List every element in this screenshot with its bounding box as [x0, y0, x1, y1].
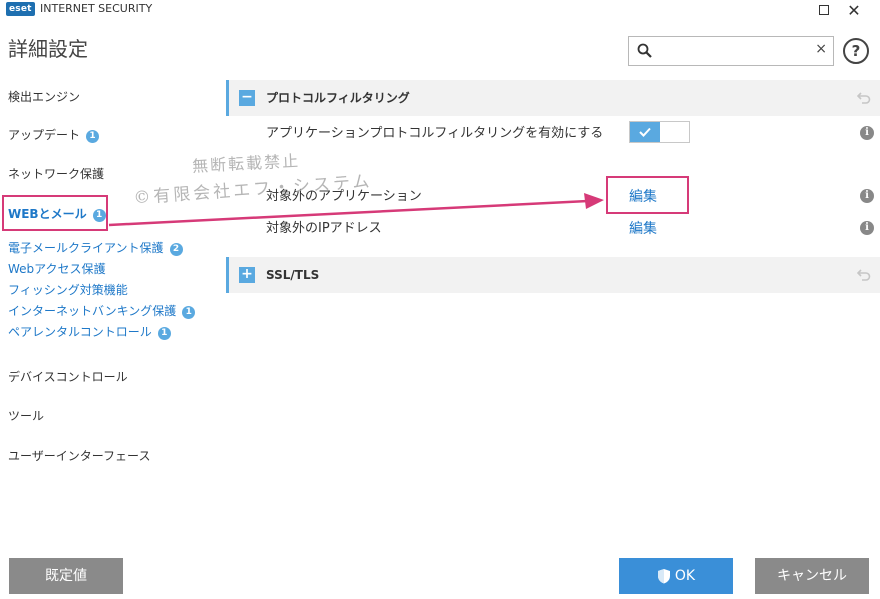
info-icon[interactable]: i	[860, 221, 874, 235]
count-badge: 1	[157, 327, 171, 340]
search-input[interactable]	[659, 41, 809, 61]
reset-icon[interactable]	[856, 90, 872, 106]
shield-icon	[657, 569, 670, 584]
count-badge: 2	[169, 243, 183, 256]
ok-button[interactable]: OK	[619, 558, 733, 594]
search-box[interactable]: ×	[628, 36, 834, 66]
page-title: 詳細設定	[8, 37, 88, 61]
ok-label: OK	[674, 568, 696, 584]
section-title: SSL/TLS	[266, 268, 320, 282]
title-bar: eset INTERNET SECURITY ✕	[0, 0, 880, 20]
info-icon[interactable]: i	[860, 189, 874, 203]
sidebar-subitem-banking-protection[interactable]: インターネットバンキング保護 1	[8, 303, 196, 319]
edit-excluded-ip-link[interactable]: 編集	[629, 219, 657, 239]
sidebar-item-label: 検出エンジン	[8, 90, 81, 104]
eset-logo: eset	[6, 2, 35, 16]
eset-advanced-settings-window: eset INTERNET SECURITY ✕ 詳細設定 × ? 検出エンジン…	[0, 0, 880, 599]
sidebar-item-label: フィッシング対策機能	[8, 283, 128, 297]
sidebar-item-network-protection[interactable]: ネットワーク保護	[8, 166, 104, 182]
reset-icon[interactable]	[856, 267, 872, 283]
setting-label: 対象外のIPアドレス	[266, 221, 382, 236]
close-icon: ✕	[847, 0, 861, 20]
toggle-on-indicator	[630, 122, 660, 142]
sidebar-item-label: デバイスコントロール	[8, 370, 128, 384]
sidebar: 検出エンジン アップデート 1 ネットワーク保護 WEBとメール 1 電子メールクラ…	[0, 80, 220, 550]
default-button[interactable]: 既定値	[9, 558, 123, 594]
count-badge: 1	[86, 130, 100, 143]
sidebar-subitem-anti-phishing[interactable]: フィッシング対策機能	[8, 282, 128, 298]
sidebar-subitem-email-client-protection[interactable]: 電子メールクライアント保護 2	[8, 240, 183, 256]
setting-row-excluded-apps: 対象外のアプリケーション 編集 i	[226, 183, 880, 211]
maximize-icon	[819, 5, 829, 15]
sidebar-subitem-web-access-protection[interactable]: Webアクセス保護	[8, 261, 106, 277]
section-protocol-filtering: − プロトコルフィルタリング	[226, 80, 880, 116]
search-clear-icon[interactable]: ×	[815, 41, 827, 57]
sidebar-item-label: インターネットバンキング保護	[8, 304, 177, 318]
sidebar-item-label: 電子メールクライアント保護	[8, 241, 164, 255]
maximize-button[interactable]	[810, 0, 838, 20]
app-name: INTERNET SECURITY	[40, 2, 153, 15]
collapse-button[interactable]: −	[239, 90, 255, 106]
sidebar-item-label: ネットワーク保護	[8, 167, 105, 181]
count-badge: 1	[182, 306, 196, 319]
info-icon[interactable]: i	[860, 126, 874, 140]
sidebar-item-detection-engine[interactable]: 検出エンジン	[8, 89, 80, 105]
highlight-box-sidebar	[2, 195, 108, 231]
setting-label: アプリケーションプロトコルフィルタリングを有効にする	[266, 126, 604, 141]
section-ssl-tls: + SSL/TLS	[226, 257, 880, 293]
expand-button[interactable]: +	[239, 267, 255, 283]
search-icon	[637, 43, 652, 58]
sidebar-item-label: ツール	[8, 409, 45, 423]
setting-row-enable-filtering: アプリケーションプロトコルフィルタリングを有効にする i	[226, 120, 880, 148]
sidebar-item-tools[interactable]: ツール	[8, 408, 44, 424]
close-button[interactable]: ✕	[840, 0, 868, 20]
setting-label: 対象外のアプリケーション	[266, 189, 422, 204]
setting-row-excluded-ip: 対象外のIPアドレス 編集 i	[226, 215, 880, 243]
sidebar-subitem-parental-control[interactable]: ペアレンタルコントロール 1	[8, 324, 171, 340]
sidebar-item-label: Webアクセス保護	[8, 262, 106, 276]
check-icon	[639, 127, 651, 137]
highlight-box-edit	[606, 176, 689, 214]
help-button[interactable]: ?	[843, 38, 869, 64]
sidebar-item-label: ユーザーインターフェース	[8, 449, 151, 463]
enable-filtering-toggle[interactable]	[629, 121, 690, 143]
sidebar-item-label: アップデート	[8, 128, 81, 142]
sidebar-item-device-control[interactable]: デバイスコントロール	[8, 369, 128, 385]
sidebar-item-update[interactable]: アップデート 1	[8, 127, 100, 143]
section-title: プロトコルフィルタリング	[266, 91, 410, 105]
sidebar-item-label: ペアレンタルコントロール	[8, 325, 152, 339]
sidebar-item-user-interface[interactable]: ユーザーインターフェース	[8, 448, 150, 464]
cancel-button[interactable]: キャンセル	[755, 558, 869, 594]
